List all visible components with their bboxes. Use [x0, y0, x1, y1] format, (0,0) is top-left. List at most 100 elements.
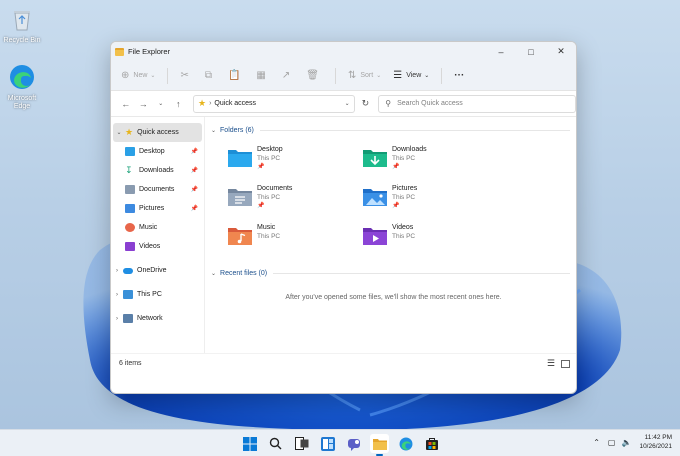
- folder-name: Documents: [257, 185, 293, 192]
- folder-videos[interactable]: Videos This PC: [362, 223, 497, 256]
- expand-chevron-icon[interactable]: ›: [111, 316, 123, 322]
- store-icon: [425, 437, 438, 450]
- folder-location: This PC: [392, 194, 416, 201]
- delete-button[interactable]: 🗑: [306, 70, 323, 81]
- expand-chevron-icon[interactable]: ⌄: [113, 129, 125, 136]
- sidebar-item-music[interactable]: Music: [111, 218, 204, 237]
- address-dropdown-icon[interactable]: ⌄: [345, 100, 350, 107]
- new-label: New: [133, 72, 148, 79]
- forward-button[interactable]: →: [135, 99, 153, 109]
- folder-name: Desktop: [257, 146, 283, 153]
- folder-name: Videos: [392, 224, 414, 231]
- pin-icon: 📌: [392, 203, 400, 209]
- folder-name: Downloads: [392, 146, 427, 153]
- back-button[interactable]: ←: [117, 99, 135, 109]
- videos-icon: [125, 242, 135, 251]
- sidebar-item-network[interactable]: › Network: [111, 309, 204, 328]
- folder-music[interactable]: Music This PC: [227, 223, 362, 256]
- toolbar-divider: [441, 67, 443, 84]
- folder-downloads[interactable]: Downloads This PC 📌: [362, 145, 497, 178]
- search-icon: [269, 437, 282, 450]
- navigation-pane: ⌄ ★ Quick access Desktop 📌 ↧ Downloads 📌…: [111, 117, 205, 353]
- scissors-icon: ✂: [180, 70, 189, 81]
- sidebar-item-videos[interactable]: Videos: [111, 237, 204, 256]
- refresh-button[interactable]: ↻: [357, 98, 375, 109]
- maximize-button[interactable]: □: [516, 42, 546, 61]
- group-divider: [259, 129, 570, 131]
- clock[interactable]: 11:42 PM 10/26/2021: [639, 433, 672, 451]
- minimize-button[interactable]: –: [486, 42, 516, 61]
- folder-documents[interactable]: Documents This PC 📌: [227, 184, 362, 217]
- close-button[interactable]: ✕: [546, 42, 576, 61]
- edge-icon: [10, 65, 34, 89]
- pin-icon: 📌: [190, 168, 198, 174]
- breadcrumb-chevron-icon: ›: [209, 100, 212, 107]
- show-hidden-icons-chevron-icon[interactable]: ⌃: [593, 438, 600, 447]
- pictures-folder-icon: [363, 189, 387, 206]
- expand-chevron-icon[interactable]: ›: [111, 268, 123, 274]
- start-button[interactable]: [240, 434, 259, 453]
- collapse-chevron-icon: ⌄: [211, 270, 217, 277]
- rename-button[interactable]: ▦: [256, 70, 269, 81]
- address-bar[interactable]: ★ › Quick access ⌄: [193, 94, 355, 113]
- edge-label: Microsoft Edge: [7, 95, 37, 110]
- folders-group-header[interactable]: ⌄ Folders (6): [211, 123, 576, 137]
- file-explorer-taskbar-button[interactable]: [370, 434, 389, 456]
- up-button[interactable]: ↑: [170, 99, 188, 109]
- network-status-icon[interactable]: ▢: [608, 438, 616, 447]
- windows-logo-icon: [242, 436, 257, 451]
- star-icon: ★: [125, 127, 134, 137]
- search-placeholder: Search Quick access: [397, 100, 463, 107]
- edge-icon: [399, 437, 412, 450]
- desktop-recycle-bin[interactable]: Recycle Bin: [0, 6, 44, 45]
- system-tray: ⌃ ▢ 🔈 11:42 PM 10/26/2021: [593, 433, 672, 451]
- volume-icon[interactable]: 🔈: [621, 438, 631, 447]
- downloads-folder-icon: [363, 150, 387, 167]
- expand-chevron-icon[interactable]: ›: [111, 292, 123, 298]
- clock-date: 10/26/2021: [639, 443, 672, 450]
- folders-header-label: Folders (6): [220, 126, 254, 134]
- recent-files-group-header[interactable]: ⌄ Recent files (0): [211, 266, 576, 280]
- sidebar-item-onedrive[interactable]: › OneDrive: [111, 261, 204, 280]
- task-view-button[interactable]: [292, 434, 311, 453]
- sidebar-item-pictures[interactable]: Pictures 📌: [111, 199, 204, 218]
- widgets-button[interactable]: [318, 434, 337, 453]
- new-button[interactable]: ⊕ New ⌄: [121, 70, 155, 81]
- folder-pictures[interactable]: Pictures This PC 📌: [362, 184, 497, 217]
- tiles-view-icon[interactable]: [561, 359, 570, 368]
- sidebar-item-documents[interactable]: Documents 📌: [111, 180, 204, 199]
- sidebar-item-this-pc[interactable]: › This PC: [111, 285, 204, 304]
- chevron-down-icon: ⌄: [376, 73, 382, 79]
- title-bar[interactable]: File Explorer – □ ✕: [111, 42, 576, 61]
- sidebar-label: Music: [139, 224, 158, 231]
- folder-location: This PC: [257, 155, 281, 162]
- sidebar-label: Downloads: [139, 167, 174, 174]
- sidebar-item-quick-access[interactable]: ⌄ ★ Quick access: [113, 123, 202, 142]
- sidebar-label: Desktop: [139, 148, 165, 155]
- copy-button[interactable]: ⧉: [205, 70, 216, 81]
- recent-locations-button[interactable]: ⌄: [152, 100, 170, 107]
- edge-taskbar-button[interactable]: [396, 434, 415, 453]
- folders-grid: Desktop This PC 📌 Downloads This PC 📌 Do…: [227, 145, 576, 256]
- details-view-icon[interactable]: ☰: [547, 358, 555, 369]
- sidebar-item-desktop[interactable]: Desktop 📌: [111, 142, 204, 161]
- view-button[interactable]: ☰ View ⌄: [393, 70, 429, 81]
- search-taskbar-button[interactable]: [266, 434, 285, 453]
- collapse-chevron-icon: ⌄: [211, 127, 217, 134]
- share-button[interactable]: ↗: [282, 70, 294, 81]
- search-box[interactable]: ⚲ Search Quick access: [378, 94, 576, 113]
- folder-location: This PC: [392, 155, 416, 162]
- more-options-button[interactable]: ···: [454, 70, 464, 81]
- cut-button[interactable]: ✂: [180, 70, 192, 81]
- music-icon: [125, 223, 135, 232]
- desktop-edge[interactable]: Microsoft Edge: [0, 64, 44, 111]
- sidebar-item-downloads[interactable]: ↧ Downloads 📌: [111, 161, 204, 180]
- content-pane: ⌄ Folders (6) Desktop This PC 📌 Download…: [205, 117, 576, 353]
- sort-button[interactable]: ⇅ Sort ⌄: [348, 70, 381, 81]
- folder-desktop[interactable]: Desktop This PC 📌: [227, 145, 362, 178]
- videos-folder-icon: [363, 228, 387, 245]
- store-taskbar-button[interactable]: [422, 434, 441, 453]
- paste-icon: 📋: [227, 70, 241, 81]
- chat-button[interactable]: [344, 434, 363, 453]
- paste-button[interactable]: 📋: [228, 70, 244, 81]
